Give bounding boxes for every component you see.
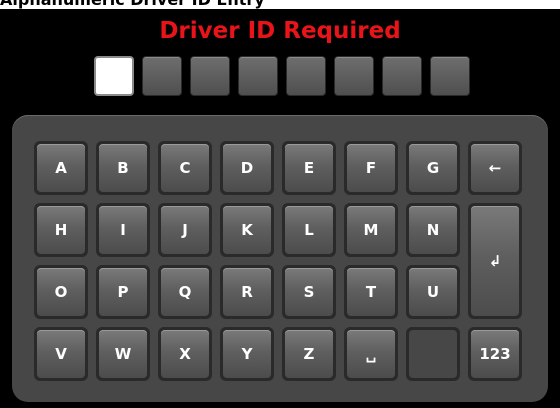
- key-r[interactable]: R: [220, 265, 274, 319]
- key-q[interactable]: Q: [158, 265, 212, 319]
- key-c-label: C: [179, 159, 191, 177]
- alphanumeric-keyboard: A B C D E F G ← H I J K L M N ↲ O P Q R …: [12, 115, 548, 402]
- id-slot-4[interactable]: [238, 56, 278, 96]
- key-g[interactable]: G: [406, 141, 460, 195]
- key-f[interactable]: F: [344, 141, 398, 195]
- key-c[interactable]: C: [158, 141, 212, 195]
- key-u[interactable]: U: [406, 265, 460, 319]
- id-slot-8[interactable]: [430, 56, 470, 96]
- backspace-icon: ←: [488, 159, 502, 177]
- key-m-label: M: [363, 221, 379, 239]
- enter-icon: ↲: [488, 252, 502, 270]
- id-slot-1-active[interactable]: [94, 56, 134, 96]
- key-o-label: O: [54, 283, 68, 301]
- key-p[interactable]: P: [96, 265, 150, 319]
- key-l-label: L: [304, 221, 314, 239]
- key-l[interactable]: L: [282, 203, 336, 257]
- id-slot-6[interactable]: [334, 56, 374, 96]
- key-j-label: J: [182, 221, 188, 239]
- key-q-label: Q: [178, 283, 192, 301]
- key-g-label: G: [426, 159, 440, 177]
- key-m[interactable]: M: [344, 203, 398, 257]
- key-j[interactable]: J: [158, 203, 212, 257]
- driver-id-screen: Driver ID Required A B C D E F G ← H I J…: [0, 9, 560, 408]
- id-slot-7[interactable]: [382, 56, 422, 96]
- key-r-label: R: [241, 283, 253, 301]
- blank-key: [406, 327, 460, 381]
- key-f-label: F: [365, 159, 377, 177]
- key-h[interactable]: H: [34, 203, 88, 257]
- key-v-label: V: [55, 345, 67, 363]
- id-slot-5[interactable]: [286, 56, 326, 96]
- id-slot-2[interactable]: [142, 56, 182, 96]
- key-v[interactable]: V: [34, 327, 88, 381]
- key-t-label: T: [365, 283, 377, 301]
- key-i-label: I: [120, 221, 126, 239]
- key-t[interactable]: T: [344, 265, 398, 319]
- key-e[interactable]: E: [282, 141, 336, 195]
- numeric-mode-button[interactable]: 123: [468, 327, 522, 381]
- space-button[interactable]: ␣: [344, 327, 398, 381]
- key-n[interactable]: N: [406, 203, 460, 257]
- key-h-label: H: [54, 221, 68, 239]
- key-b[interactable]: B: [96, 141, 150, 195]
- key-s[interactable]: S: [282, 265, 336, 319]
- space-icon: ␣: [365, 345, 377, 363]
- window-caption: Alphanumeric Driver ID Entry: [0, 0, 265, 9]
- key-z-label: Z: [303, 345, 315, 363]
- key-k-label: K: [241, 221, 253, 239]
- key-a[interactable]: A: [34, 141, 88, 195]
- enter-button[interactable]: ↲: [468, 203, 522, 319]
- key-o[interactable]: O: [34, 265, 88, 319]
- numeric-mode-label: 123: [479, 345, 511, 363]
- key-b-label: B: [117, 159, 129, 177]
- backspace-button[interactable]: ←: [468, 141, 522, 195]
- key-p-label: P: [117, 283, 129, 301]
- page-title: Driver ID Required: [159, 18, 401, 44]
- key-a-label: A: [55, 159, 67, 177]
- key-z[interactable]: Z: [282, 327, 336, 381]
- key-w[interactable]: W: [96, 327, 150, 381]
- key-s-label: S: [303, 283, 315, 301]
- key-k[interactable]: K: [220, 203, 274, 257]
- driver-id-input[interactable]: [94, 56, 478, 96]
- key-y[interactable]: Y: [220, 327, 274, 381]
- key-e-label: E: [303, 159, 315, 177]
- id-slot-3[interactable]: [190, 56, 230, 96]
- key-x-label: X: [179, 345, 191, 363]
- key-i[interactable]: I: [96, 203, 150, 257]
- key-x[interactable]: X: [158, 327, 212, 381]
- key-w-label: W: [114, 345, 132, 363]
- key-u-label: U: [426, 283, 440, 301]
- key-n-label: N: [426, 221, 440, 239]
- key-d[interactable]: D: [220, 141, 274, 195]
- key-y-label: Y: [241, 345, 253, 363]
- key-d-label: D: [240, 159, 254, 177]
